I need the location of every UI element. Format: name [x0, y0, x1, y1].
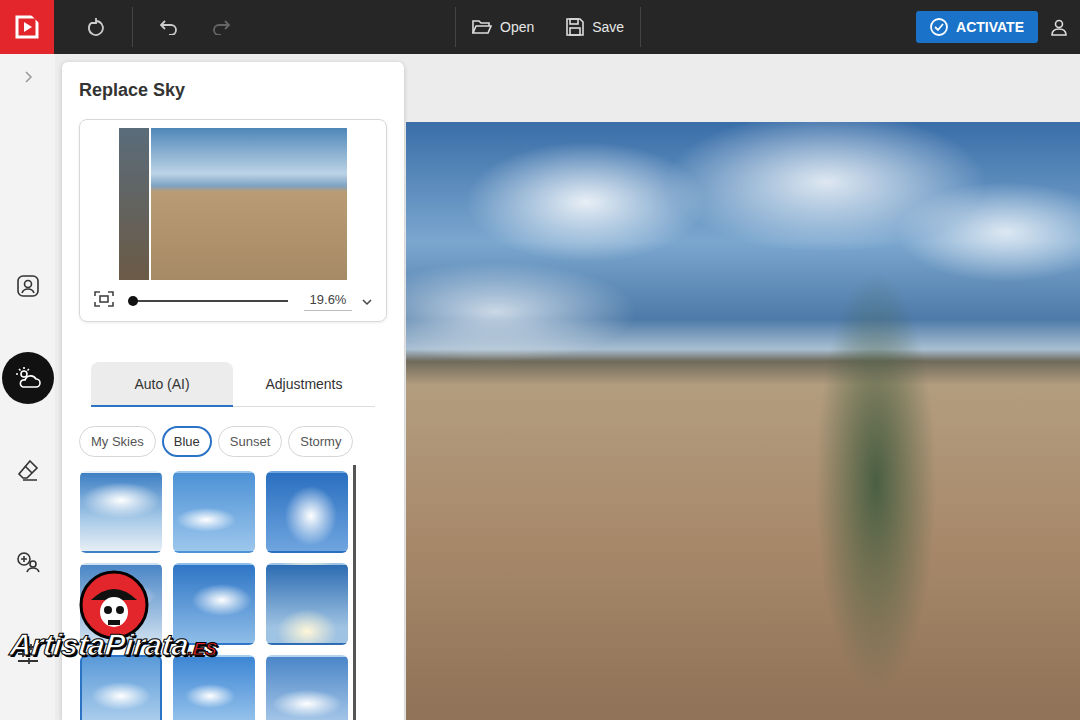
eraser-icon [17, 459, 39, 481]
eraser-tool[interactable] [2, 444, 54, 496]
activate-label: ACTIVATE [956, 19, 1024, 35]
watermark-suffix: .ES [187, 639, 218, 659]
activate-button[interactable]: ACTIVATE [916, 11, 1038, 43]
zoom-value[interactable]: 19.6% [304, 290, 352, 311]
open-button[interactable]: Open [456, 0, 550, 54]
preview-image [119, 128, 347, 280]
undo-icon[interactable] [143, 0, 195, 54]
sky-thumbnail[interactable] [80, 471, 162, 553]
sky-thumbnail[interactable] [173, 471, 255, 553]
category-chip[interactable]: Sunset [218, 426, 282, 457]
user-icon[interactable] [1038, 18, 1080, 36]
open-label: Open [500, 19, 534, 35]
edited-photo [406, 122, 1080, 720]
canvas-area [404, 54, 1080, 720]
sky-thumbnail[interactable] [266, 655, 348, 720]
panel-tab[interactable]: Auto (AI) [91, 362, 233, 407]
open-icon [472, 19, 492, 35]
portrait-icon [17, 275, 39, 297]
expand-chevron-icon[interactable] [22, 70, 34, 88]
reset-icon[interactable] [70, 0, 122, 54]
sky-thumbnail[interactable] [173, 655, 255, 720]
zoom-slider[interactable] [130, 300, 288, 302]
top-bar: Open Save ACTIVATE [0, 0, 1080, 54]
panel-tab[interactable]: Adjustments [233, 362, 375, 407]
replace-tool[interactable] [2, 536, 54, 588]
watermark-text: ArtistaPirata [8, 628, 190, 661]
preview-card: 19.6% [79, 119, 387, 322]
fit-screen-icon[interactable] [94, 291, 114, 311]
sky-thumbnail[interactable] [266, 471, 348, 553]
save-icon [566, 18, 584, 36]
zoom-dropdown-icon[interactable] [362, 292, 372, 310]
zoom-slider-fill [130, 300, 133, 302]
category-chip[interactable]: Stormy [288, 426, 353, 457]
sky-tool[interactable] [2, 352, 54, 404]
panel-title: Replace Sky [79, 78, 387, 105]
app-logo-icon[interactable] [0, 0, 54, 54]
scrollbar[interactable] [353, 465, 356, 720]
category-chip[interactable]: My Skies [79, 426, 156, 457]
replace-icon [16, 551, 40, 573]
zoom-slider-knob[interactable] [128, 296, 138, 306]
sky-thumbnail[interactable] [266, 563, 348, 645]
sky-icon [15, 366, 41, 390]
portrait-tool[interactable] [2, 260, 54, 312]
save-label: Save [592, 19, 624, 35]
watermark: ArtistaPirata.ES [10, 570, 217, 662]
sky-thumbnail[interactable] [80, 655, 162, 720]
redo-icon[interactable] [195, 0, 247, 54]
tool-rail [0, 54, 55, 720]
category-chip[interactable]: Blue [162, 426, 212, 457]
save-button[interactable]: Save [550, 0, 640, 54]
